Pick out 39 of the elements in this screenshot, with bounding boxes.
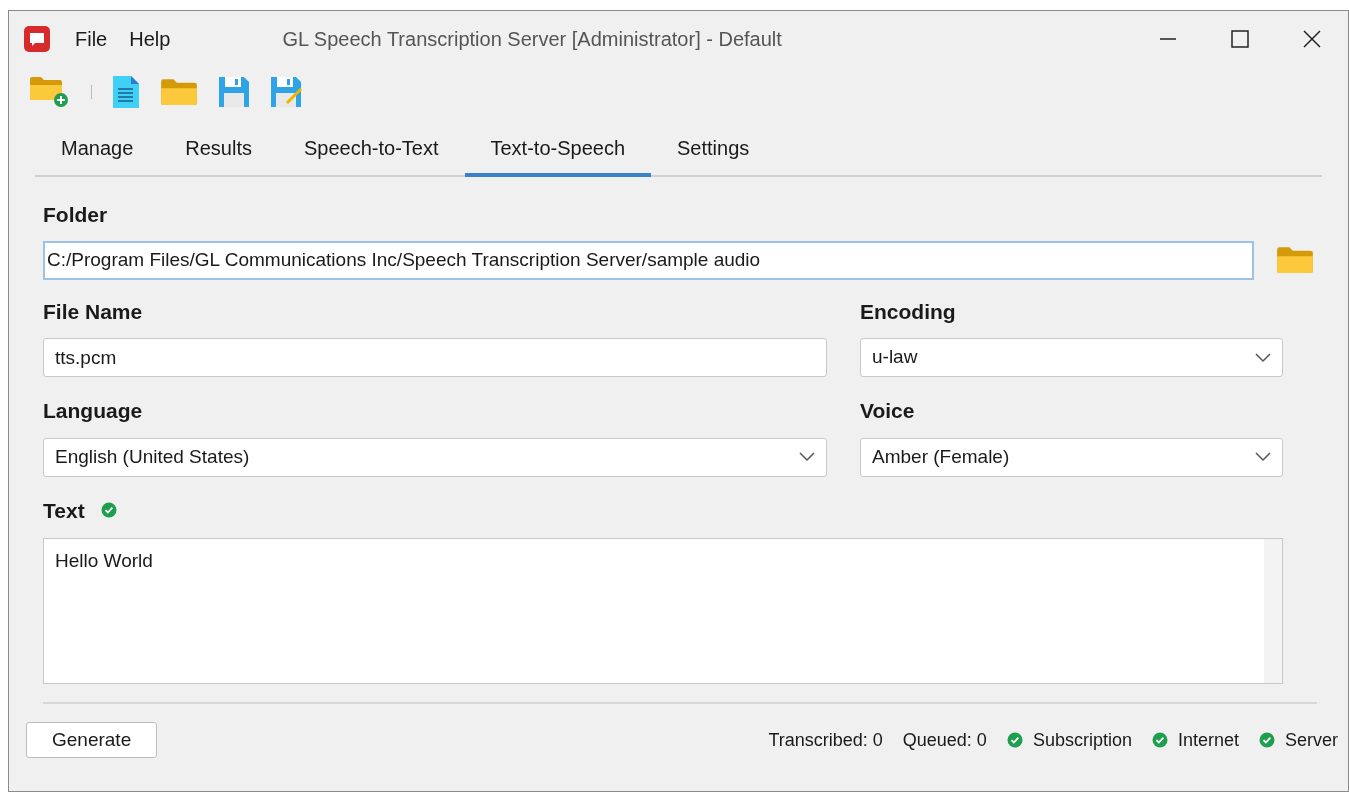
text-area[interactable]: Hello World: [43, 538, 1283, 684]
chevron-down-icon: [799, 452, 815, 462]
browse-folder-icon[interactable]: [1276, 244, 1314, 276]
tab[interactable]: Speech-to-Text: [278, 131, 465, 177]
file-name-field[interactable]: tts.pcm: [43, 338, 827, 377]
save-as-icon[interactable]: [270, 76, 304, 108]
close-icon[interactable]: [1302, 29, 1322, 49]
status-label: Server: [1285, 728, 1338, 752]
document-icon[interactable]: [112, 75, 140, 109]
status-label: Internet: [1177, 728, 1239, 752]
app-logo-icon: [23, 25, 51, 53]
folder-path-field[interactable]: C:/Program Files/GL Communications Inc/Speech Transcription Server/sample audio: [43, 240, 1254, 280]
maximize-icon[interactable]: [1230, 29, 1250, 49]
tab[interactable]: Text-to-Speech: [464, 131, 651, 177]
new-folder-icon[interactable]: [29, 75, 71, 109]
status-counter: Transcribed: 0: [768, 728, 883, 752]
voice-dropdown[interactable]: Amber (Female): [860, 437, 1283, 477]
field-label: Folder: [43, 202, 109, 228]
language-dropdown[interactable]: English (United States): [43, 437, 827, 477]
field-label: Voice: [860, 399, 915, 422]
status-counter: Queued: 0: [902, 728, 987, 752]
chevron-down-icon: [1255, 352, 1271, 363]
tab[interactable]: Results: [159, 131, 278, 177]
menu-item[interactable]: File: [75, 24, 108, 54]
scrollbar[interactable]: [1264, 539, 1282, 683]
encoding-dropdown[interactable]: u-law: [860, 338, 1283, 377]
save-icon[interactable]: [218, 76, 250, 108]
window-title: GL Speech Transcription Server [Administrator] - Default: [282, 27, 782, 52]
field-label: File Name: [43, 298, 144, 325]
chevron-down-icon: [1255, 452, 1271, 462]
field-label: Text: [43, 497, 85, 524]
tab[interactable]: Settings: [651, 131, 776, 177]
menu-item[interactable]: Help: [129, 24, 171, 54]
tab[interactable]: Manage: [35, 131, 160, 177]
field-label: Encoding: [860, 298, 957, 325]
field-label: Language: [43, 399, 143, 422]
open-folder-icon[interactable]: [160, 76, 198, 108]
generate-button[interactable]: Generate: [26, 722, 158, 758]
status-label: Subscription: [1032, 728, 1132, 752]
